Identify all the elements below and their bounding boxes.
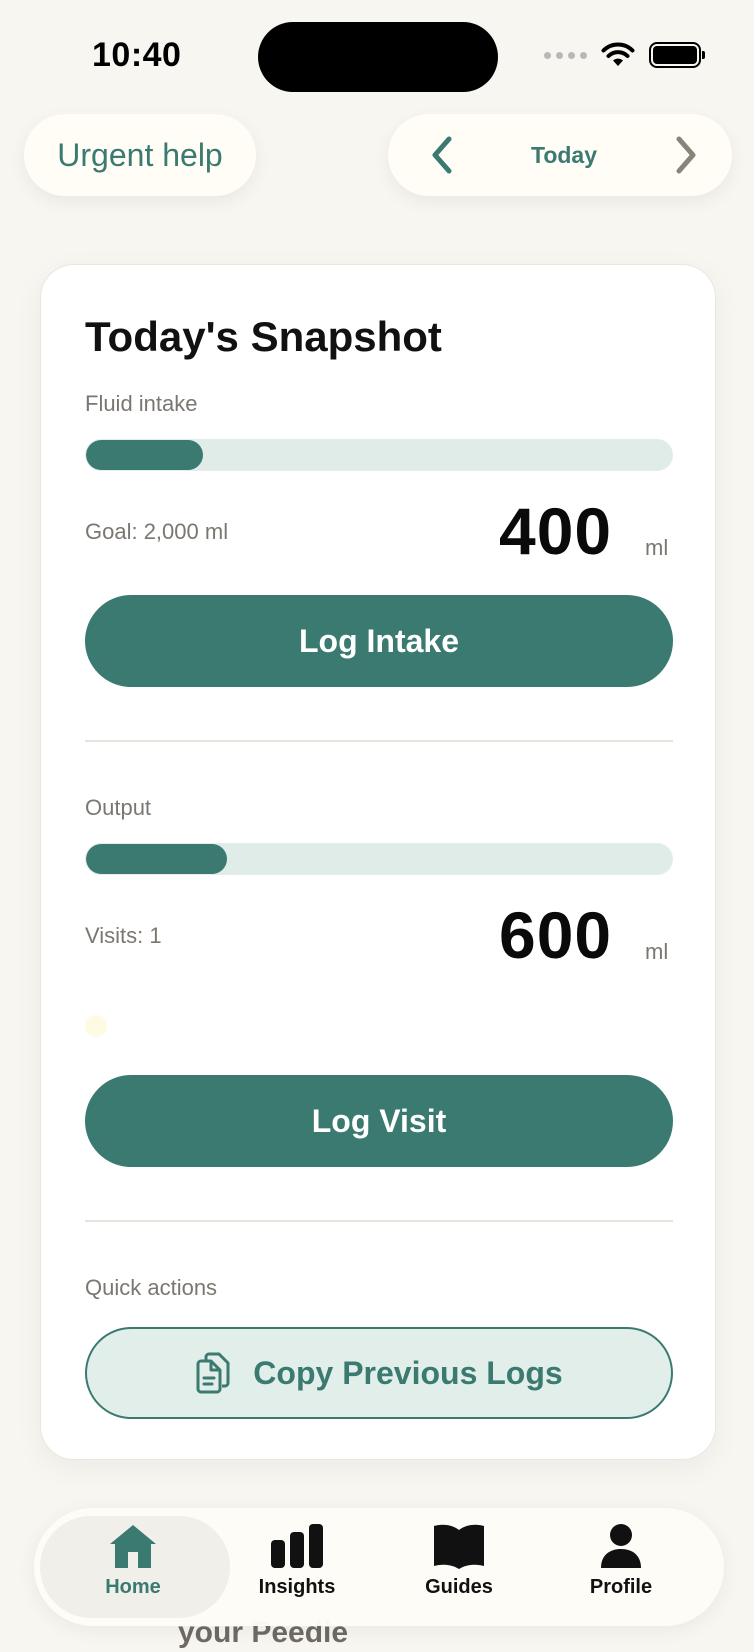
tab-home[interactable]: Home <box>58 1522 208 1599</box>
output-unit: ml <box>645 939 669 964</box>
log-intake-button[interactable]: Log Intake <box>85 595 673 687</box>
status-dot <box>85 1015 107 1037</box>
visits-text: Visits: 1 <box>85 923 162 948</box>
fluid-intake-value: 400 <box>499 494 613 568</box>
output-progress <box>85 843 673 875</box>
fluid-goal-text: Goal: 2,000 ml <box>85 519 229 544</box>
tab-insights[interactable]: Insights <box>222 1522 372 1599</box>
tab-label: Home <box>105 1576 161 1598</box>
cellular-signal-icon <box>544 51 587 59</box>
card-title: Today's Snapshot <box>85 313 442 360</box>
output-label: Output <box>85 795 152 820</box>
book-icon <box>434 1524 484 1569</box>
person-icon <box>601 1524 641 1568</box>
home-icon <box>110 1525 156 1568</box>
date-label: Today <box>530 141 598 168</box>
output-value: 600 <box>499 898 613 972</box>
copy-documents-icon <box>196 1352 230 1394</box>
tab-bar: Home Insights Guides Profile <box>34 1508 724 1626</box>
bar-chart-icon <box>271 1524 323 1568</box>
fluid-intake-progress-fill <box>86 440 204 470</box>
snapshot-card: Today's Snapshot Fluid intake Goal: 2,00… <box>40 264 716 1460</box>
chevron-right-icon <box>676 136 696 174</box>
date-navigator: Today <box>388 114 732 196</box>
output-progress-fill <box>86 844 227 874</box>
copy-previous-logs-button[interactable]: Copy Previous Logs <box>85 1327 673 1419</box>
tab-guides[interactable]: Guides <box>384 1522 534 1599</box>
battery-icon <box>649 42 705 68</box>
section-divider <box>85 740 673 742</box>
wifi-icon <box>601 42 635 66</box>
section-divider <box>85 1220 673 1222</box>
urgent-help-button[interactable]: Urgent help <box>24 114 256 196</box>
status-icons <box>544 42 705 68</box>
quick-actions-label: Quick actions <box>85 1275 218 1300</box>
tab-profile[interactable]: Profile <box>546 1522 696 1599</box>
tab-label: Profile <box>589 1576 653 1598</box>
previous-day-button[interactable] <box>424 133 460 177</box>
fluid-intake-label: Fluid intake <box>85 391 198 416</box>
status-time: 10:40 <box>92 36 182 74</box>
tab-label: Guides <box>425 1576 493 1598</box>
next-day-button[interactable] <box>668 133 704 177</box>
dynamic-island <box>258 22 498 92</box>
log-visit-button[interactable]: Log Visit <box>85 1075 673 1167</box>
chevron-left-icon <box>432 136 452 174</box>
fluid-intake-unit: ml <box>645 535 669 560</box>
fluid-intake-progress <box>85 439 673 471</box>
tab-label: Insights <box>258 1576 336 1598</box>
copy-previous-logs-label: Copy Previous Logs <box>253 1354 563 1391</box>
